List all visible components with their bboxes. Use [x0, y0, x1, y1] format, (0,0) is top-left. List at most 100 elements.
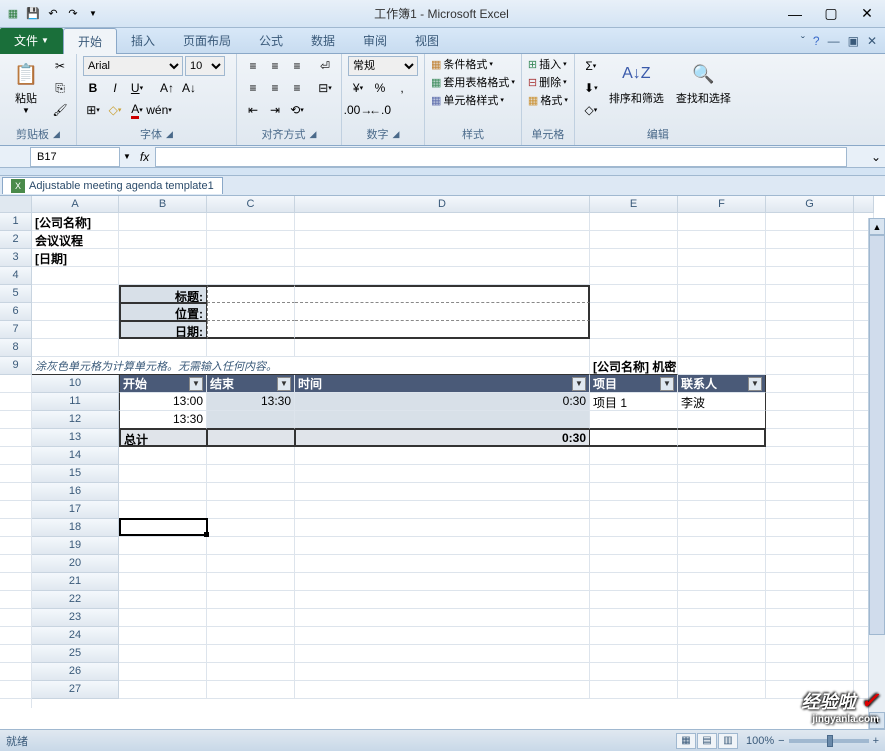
cell[interactable]: [0, 699, 32, 708]
row-header[interactable]: 27: [32, 681, 119, 699]
paste-button[interactable]: 📋 粘贴 ▼: [6, 56, 46, 117]
cell[interactable]: 13:00: [119, 393, 207, 411]
cell[interactable]: [766, 285, 854, 303]
cell[interactable]: [119, 447, 207, 465]
cell[interactable]: [0, 483, 32, 501]
cell[interactable]: 项目▼: [590, 375, 678, 393]
cell[interactable]: [678, 537, 766, 555]
undo-icon[interactable]: ↶: [44, 5, 62, 23]
row-header[interactable]: 21: [32, 573, 119, 591]
cell[interactable]: [766, 267, 854, 285]
cell[interactable]: [119, 519, 207, 537]
cell[interactable]: [0, 681, 32, 699]
cell[interactable]: [678, 591, 766, 609]
cell[interactable]: [766, 627, 854, 645]
cell[interactable]: [590, 285, 678, 303]
filter-icon[interactable]: ▼: [572, 377, 586, 391]
cell[interactable]: [590, 447, 678, 465]
cell[interactable]: 日期:: [119, 321, 207, 339]
col-header[interactable]: F: [678, 196, 766, 213]
italic-button[interactable]: I: [105, 78, 125, 98]
col-header[interactable]: G: [766, 196, 854, 213]
filter-icon[interactable]: ▼: [748, 377, 762, 391]
row-header[interactable]: 24: [32, 627, 119, 645]
cell[interactable]: [590, 213, 678, 231]
row-header[interactable]: 23: [32, 609, 119, 627]
cell[interactable]: [590, 519, 678, 537]
autosum-button[interactable]: Σ▾: [581, 56, 601, 76]
cell[interactable]: [678, 267, 766, 285]
cell[interactable]: [590, 267, 678, 285]
qat-dropdown-icon[interactable]: ▼: [84, 5, 102, 23]
cell[interactable]: [0, 411, 32, 429]
zoom-level[interactable]: 100%: [746, 735, 774, 747]
namebox-dropdown-icon[interactable]: ▼: [120, 152, 134, 161]
cell[interactable]: 位置:: [119, 303, 207, 321]
cell[interactable]: [678, 519, 766, 537]
cell[interactable]: [0, 591, 32, 609]
row-header[interactable]: 26: [32, 663, 119, 681]
align-right-button[interactable]: ≡: [287, 78, 307, 98]
cell[interactable]: [590, 645, 678, 663]
cell[interactable]: [766, 303, 854, 321]
cell[interactable]: [207, 501, 295, 519]
cell[interactable]: [295, 285, 590, 303]
cell[interactable]: [0, 663, 32, 681]
col-header[interactable]: D: [295, 196, 590, 213]
cell[interactable]: [119, 465, 207, 483]
cell[interactable]: [766, 537, 854, 555]
cell[interactable]: [0, 519, 32, 537]
cell[interactable]: [590, 537, 678, 555]
cell[interactable]: 结束▼: [207, 375, 295, 393]
row-header[interactable]: 7: [0, 321, 32, 339]
cell[interactable]: [207, 429, 295, 447]
cell[interactable]: [32, 285, 119, 303]
cell[interactable]: [0, 555, 32, 573]
merge-button[interactable]: ⊟▾: [315, 78, 335, 98]
row-header[interactable]: 6: [0, 303, 32, 321]
filter-icon[interactable]: ▼: [277, 377, 291, 391]
sort-filter-button[interactable]: A↓Z 排序和筛选: [605, 56, 668, 108]
normal-view-button[interactable]: ▦: [676, 733, 696, 749]
filter-icon[interactable]: ▼: [660, 377, 674, 391]
row-header[interactable]: 2: [0, 231, 32, 249]
cell[interactable]: 开始▼: [119, 375, 207, 393]
cell[interactable]: [295, 465, 590, 483]
cell[interactable]: 时间▼: [295, 375, 590, 393]
cell[interactable]: [207, 231, 295, 249]
cell[interactable]: [119, 537, 207, 555]
cell[interactable]: 会议议程: [32, 231, 119, 249]
zoom-out-button[interactable]: −: [778, 735, 784, 747]
cell[interactable]: [119, 627, 207, 645]
cell[interactable]: [295, 663, 590, 681]
cell[interactable]: [207, 681, 295, 699]
data-tab[interactable]: 数据: [297, 28, 349, 53]
row-header[interactable]: 25: [32, 645, 119, 663]
file-tab[interactable]: 文件 ▼: [0, 28, 63, 54]
cell[interactable]: [766, 393, 854, 411]
row-header[interactable]: 15: [32, 465, 119, 483]
cell[interactable]: [766, 231, 854, 249]
cell[interactable]: [295, 573, 590, 591]
cell[interactable]: [590, 321, 678, 339]
cell[interactable]: 标题:: [119, 285, 207, 303]
review-tab[interactable]: 审阅: [349, 28, 401, 53]
cell[interactable]: [119, 681, 207, 699]
cell[interactable]: [295, 339, 590, 357]
cell[interactable]: [590, 591, 678, 609]
cell[interactable]: [207, 519, 295, 537]
vertical-scrollbar[interactable]: ▲ ▼: [868, 218, 885, 729]
cell[interactable]: [590, 339, 678, 357]
percent-button[interactable]: %: [370, 78, 390, 98]
cell[interactable]: [119, 231, 207, 249]
cell[interactable]: [295, 501, 590, 519]
cell[interactable]: [678, 213, 766, 231]
row-header[interactable]: 8: [0, 339, 32, 357]
cell[interactable]: [766, 501, 854, 519]
row-header[interactable]: 17: [32, 501, 119, 519]
delete-cells-button[interactable]: ⊟ 删除 ▾: [528, 74, 567, 90]
cell[interactable]: 13:30: [207, 393, 295, 411]
cell[interactable]: [590, 609, 678, 627]
shrink-font-button[interactable]: A↓: [179, 78, 199, 98]
cell[interactable]: [公司名称]: [32, 213, 119, 231]
